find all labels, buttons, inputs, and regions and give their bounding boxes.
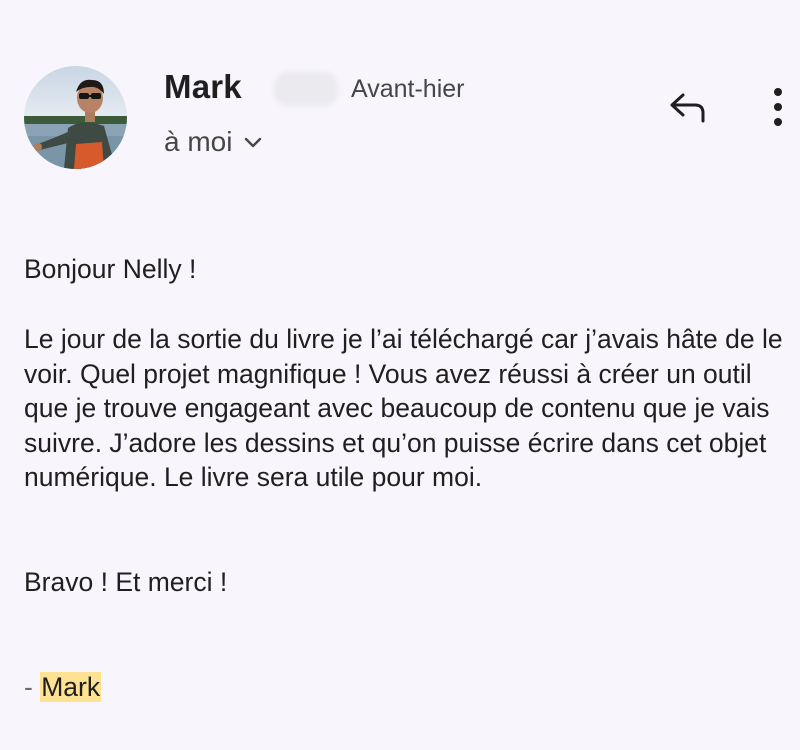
redacted-email (274, 72, 338, 106)
message-greeting: Bonjour Nelly ! (24, 254, 197, 284)
email-view: Mark Avant-hier à moi Bonjour Nelly ! Le… (0, 0, 800, 750)
recipient-label: à moi (164, 126, 233, 157)
avatar[interactable] (24, 66, 127, 169)
signature-name: Mark (40, 672, 102, 702)
sender-name: Mark (164, 68, 242, 105)
reply-button[interactable] (660, 86, 714, 132)
profile-photo (24, 66, 127, 169)
message-closing: Bravo ! Et merci ! (24, 567, 228, 597)
message-signature: - Mark (24, 670, 102, 705)
recipient-toggle[interactable]: à moi (164, 126, 264, 158)
more-vert-icon (772, 87, 784, 132)
signature-dash: - (24, 672, 41, 702)
message-paragraph: Le jour de la sortie du livre je l’ai té… (24, 324, 783, 492)
more-options-button[interactable] (760, 86, 796, 132)
message-date: Avant-hier (351, 75, 465, 103)
chevron-down-icon (242, 131, 264, 153)
reply-icon (665, 89, 709, 130)
